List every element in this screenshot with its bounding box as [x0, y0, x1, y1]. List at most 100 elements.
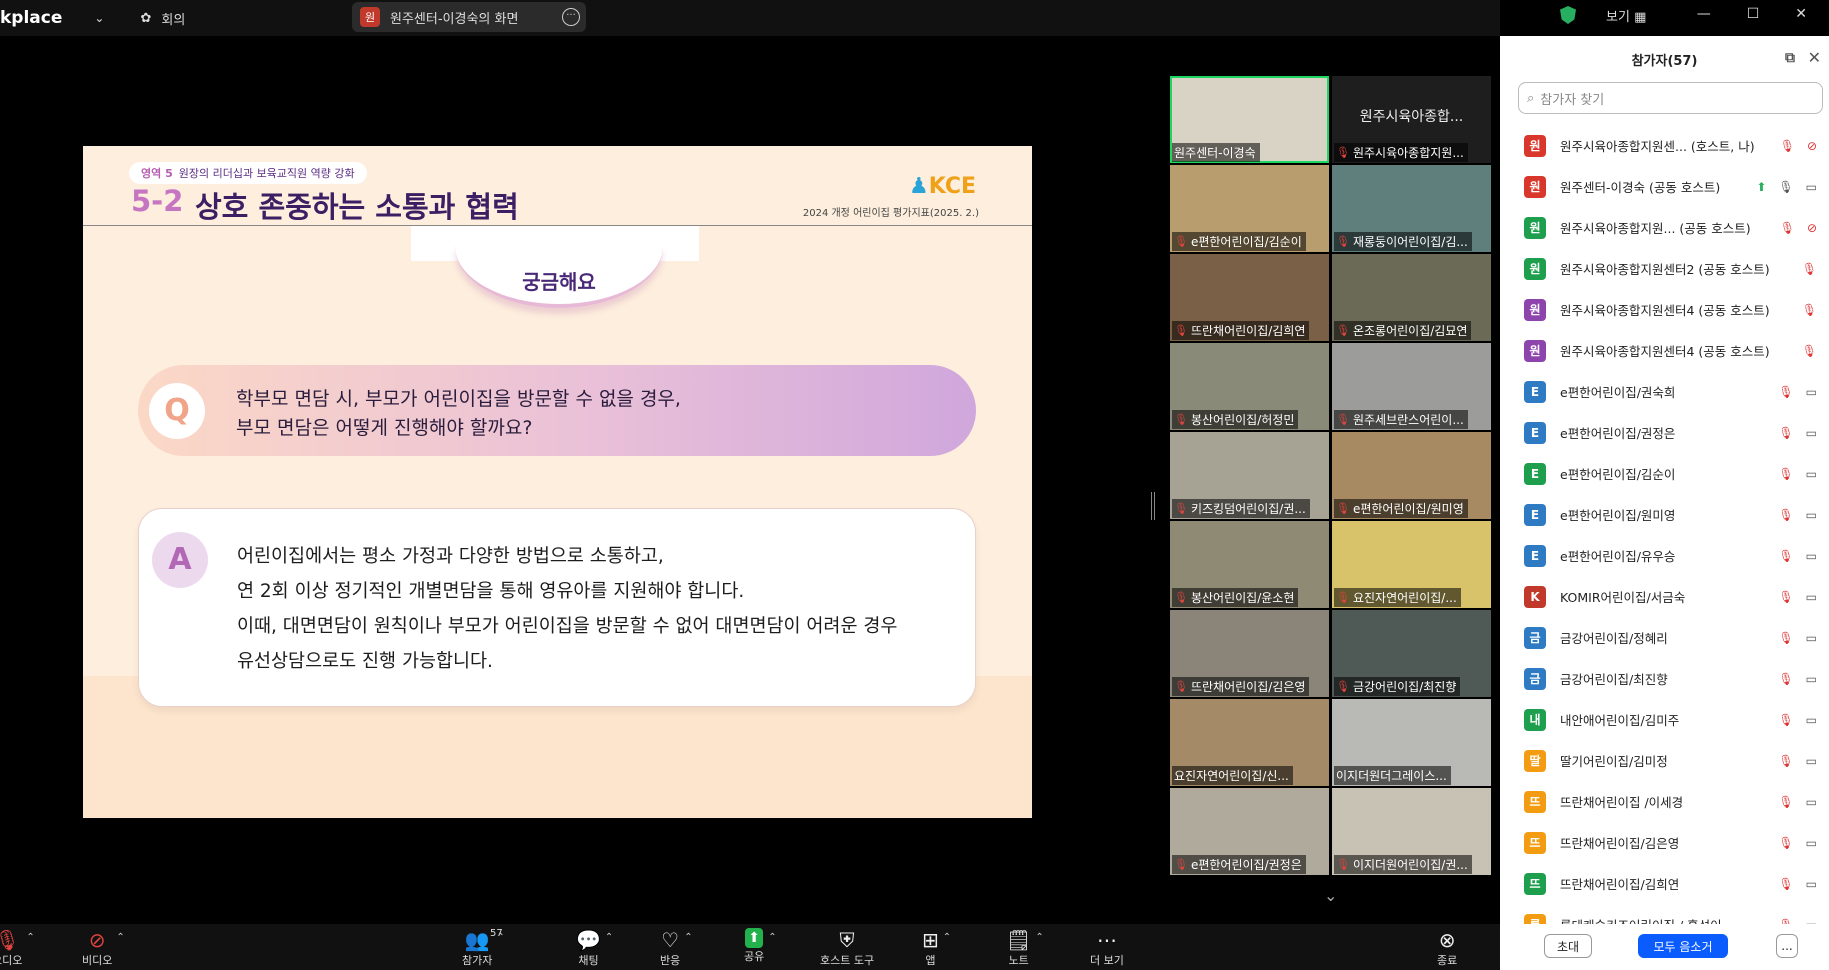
mic-muted-icon[interactable]: 🎙: [1780, 221, 1795, 235]
end-button[interactable]: ⊗ 종료: [1437, 928, 1457, 968]
video-tile[interactable]: 🎙 e편한어린이집/원미영: [1332, 432, 1491, 519]
video-icon[interactable]: ▭: [1806, 754, 1817, 768]
mic-muted-icon[interactable]: 🎙: [1778, 631, 1793, 645]
mic-muted-icon[interactable]: 🎙: [1780, 139, 1795, 153]
mic-muted-icon[interactable]: 🎙: [1802, 262, 1817, 276]
screen-share-pill[interactable]: 원 원주센터-이경숙의 화면 ···: [352, 2, 586, 32]
video-tile[interactable]: 🎙 키즈킹덤어린이집/권...: [1170, 432, 1329, 519]
chevron-up-icon[interactable]: ⌃: [496, 932, 504, 943]
resize-handle[interactable]: [1151, 492, 1155, 520]
mic-muted-icon[interactable]: 🎙: [1778, 590, 1793, 604]
chevron-down-icon[interactable]: ⌄: [94, 11, 104, 25]
maximize-icon[interactable]: ☐: [1747, 6, 1760, 22]
mic-muted-icon[interactable]: 🎙: [1778, 877, 1793, 891]
share-button[interactable]: ⬆ 공유 ⌃: [744, 928, 777, 964]
security-shield-icon[interactable]: [1560, 6, 1576, 24]
video-tile[interactable]: 🎙 e편한어린이집/권정은: [1170, 788, 1329, 875]
chevron-up-icon[interactable]: ⌃: [943, 932, 951, 943]
participant-row[interactable]: 원 원주시육아종합지원... (공동 호스트) 🎙 ⊘: [1500, 207, 1829, 248]
notes-button[interactable]: 🗒 노트 ⌃: [1006, 928, 1044, 968]
video-tile[interactable]: 🎙 e편한어린이집/김순이: [1170, 165, 1329, 252]
video-icon[interactable]: ▭: [1806, 795, 1817, 809]
participant-row[interactable]: 뜨 뜨란채어린이집 /이세경 🎙 ▭: [1500, 781, 1829, 822]
video-button[interactable]: ⊘ 비디오 ⌃: [82, 928, 125, 968]
participant-row[interactable]: K KOMIR어린이집/서금숙 🎙 ▭: [1500, 576, 1829, 617]
video-icon[interactable]: ▭: [1806, 385, 1817, 399]
video-icon[interactable]: ▭: [1806, 713, 1817, 727]
mic-muted-icon[interactable]: 🎙: [1778, 672, 1793, 686]
participants-button[interactable]: 👥 57 참가자 ⌃: [462, 928, 505, 968]
video-tile[interactable]: 이지더원더그레이스...: [1332, 699, 1491, 786]
mic-muted-icon[interactable]: 🎙: [1778, 754, 1793, 768]
video-tile[interactable]: 🎙 뜨란채어린이집/김희연: [1170, 254, 1329, 341]
participant-row[interactable]: 원 원주시육아종합지원센터4 (공동 호스트) 🎙: [1500, 330, 1829, 371]
participant-row[interactable]: 금 금강어린이집/정혜리 🎙 ▭: [1500, 617, 1829, 658]
participant-row[interactable]: 원 원주시육아종합지원센터2 (공동 호스트) 🎙: [1500, 248, 1829, 289]
video-off-icon[interactable]: ⊘: [1807, 221, 1817, 235]
participant-row[interactable]: Ee편한어린이집/권정은 🎙 ▭: [1500, 412, 1829, 453]
mic-muted-icon[interactable]: 🎙: [1778, 467, 1793, 481]
mic-muted-icon[interactable]: 🎙: [1802, 303, 1817, 317]
video-icon[interactable]: ▭: [1806, 426, 1817, 440]
apps-button[interactable]: ⊞ 앱 ⌃: [922, 928, 951, 968]
video-off-icon[interactable]: ⊘: [1807, 139, 1817, 153]
mic-muted-icon[interactable]: 🎙: [1778, 713, 1793, 727]
participant-row[interactable]: 원 원주시육아종합지원센터4 (공동 호스트) 🎙: [1500, 289, 1829, 330]
mic-muted-icon[interactable]: 🎙: [1778, 426, 1793, 440]
chevron-up-icon[interactable]: ⌃: [684, 932, 692, 943]
video-tile[interactable]: 🎙 금강어린이집/최진향: [1332, 610, 1491, 697]
participant-row[interactable]: Ee편한어린이집/권숙희 🎙 ▭: [1500, 371, 1829, 412]
audio-button[interactable]: 🎙 오디오⌃: [0, 928, 35, 968]
video-tile[interactable]: 🎙 원주세브란스어린이...: [1332, 343, 1491, 430]
video-icon[interactable]: ▭: [1806, 549, 1817, 563]
mic-muted-icon[interactable]: 🎙: [1778, 795, 1793, 809]
invite-button[interactable]: 초대: [1544, 934, 1592, 958]
chevron-up-icon[interactable]: ⌃: [768, 932, 776, 943]
participant-row[interactable]: Ee편한어린이집/김순이 🎙 ▭: [1500, 453, 1829, 494]
chevron-down-icon[interactable]: ⌄: [1324, 886, 1337, 905]
chevron-up-icon[interactable]: ⌃: [605, 932, 613, 943]
participant-row[interactable]: 금 금강어린이집/최진향 🎙 ▭: [1500, 658, 1829, 699]
minimize-icon[interactable]: —: [1697, 6, 1711, 22]
video-icon[interactable]: ▭: [1806, 508, 1817, 522]
video-tile[interactable]: 🎙 이지더원어린이집/권...: [1332, 788, 1491, 875]
chevron-up-icon[interactable]: ⌃: [1035, 932, 1043, 943]
video-tile[interactable]: 원주시육아종합... 🎙 원주시육아종합지원...: [1332, 76, 1491, 163]
chevron-up-icon[interactable]: ⌃: [116, 932, 124, 943]
participant-search-input[interactable]: ⌕ 참가자 찾기: [1518, 82, 1823, 114]
more-button[interactable]: ...: [1776, 934, 1798, 958]
participant-row[interactable]: 원 원주센터-이경숙 (공동 호스트) ⬆ 🎙 ▭: [1500, 166, 1829, 207]
participant-row[interactable]: 내 내안애어린이집/김미주 🎙 ▭: [1500, 699, 1829, 740]
mic-icon[interactable]: 🎙: [1778, 180, 1793, 194]
participant-row[interactable]: 딸 딸기어린이집/김미정 🎙 ▭: [1500, 740, 1829, 781]
video-icon[interactable]: ▭: [1806, 631, 1817, 645]
video-icon[interactable]: ▭: [1806, 590, 1817, 604]
video-icon[interactable]: ▭: [1806, 836, 1817, 850]
meeting-menu[interactable]: ✿ 회의: [140, 9, 185, 28]
chat-button[interactable]: 💬 채팅 ⌃: [576, 928, 613, 968]
participant-row[interactable]: Ee편한어린이집/원미영 🎙 ▭: [1500, 494, 1829, 535]
chevron-up-icon[interactable]: ⌃: [26, 932, 34, 943]
video-tile[interactable]: 🎙 재롱둥이어린이집/김...: [1332, 165, 1491, 252]
close-icon[interactable]: ✕: [1808, 48, 1821, 67]
video-tile[interactable]: 🎙 요진자연어린이집/...: [1332, 521, 1491, 608]
mic-muted-icon[interactable]: 🎙: [1778, 508, 1793, 522]
video-tile[interactable]: 원주센터-이경숙: [1170, 76, 1329, 163]
participant-row[interactable]: 뜨 뜨란채어린이집/김희연 🎙 ▭: [1500, 863, 1829, 904]
mic-muted-icon[interactable]: 🎙: [1802, 344, 1817, 358]
video-tile[interactable]: 요진자연어린이집/신...: [1170, 699, 1329, 786]
popout-icon[interactable]: ⧉: [1785, 50, 1795, 66]
video-icon[interactable]: ▭: [1806, 180, 1817, 194]
participant-row[interactable]: 원 원주시육아종합지원센... (호스트, 나) 🎙 ⊘: [1500, 125, 1829, 166]
video-icon[interactable]: ▭: [1806, 467, 1817, 481]
participant-row[interactable]: Ee편한어린이집/유우승 🎙 ▭: [1500, 535, 1829, 576]
more-button[interactable]: ⋯ 더 보기: [1090, 928, 1124, 968]
close-window-icon[interactable]: ✕: [1795, 6, 1807, 22]
mute-all-button[interactable]: 모두 음소거: [1638, 934, 1728, 958]
host-tools-button[interactable]: ⛨ 호스트 도구: [820, 928, 874, 968]
video-tile[interactable]: 🎙 뜨란채어린이집/김은영: [1170, 610, 1329, 697]
video-tile[interactable]: 🎙 온조롱어린이집/김묘연: [1332, 254, 1491, 341]
video-tile[interactable]: 🎙 봉산어린이집/허정민: [1170, 343, 1329, 430]
mic-muted-icon[interactable]: 🎙: [1778, 549, 1793, 563]
view-button[interactable]: 보기 ▦: [1606, 6, 1646, 25]
